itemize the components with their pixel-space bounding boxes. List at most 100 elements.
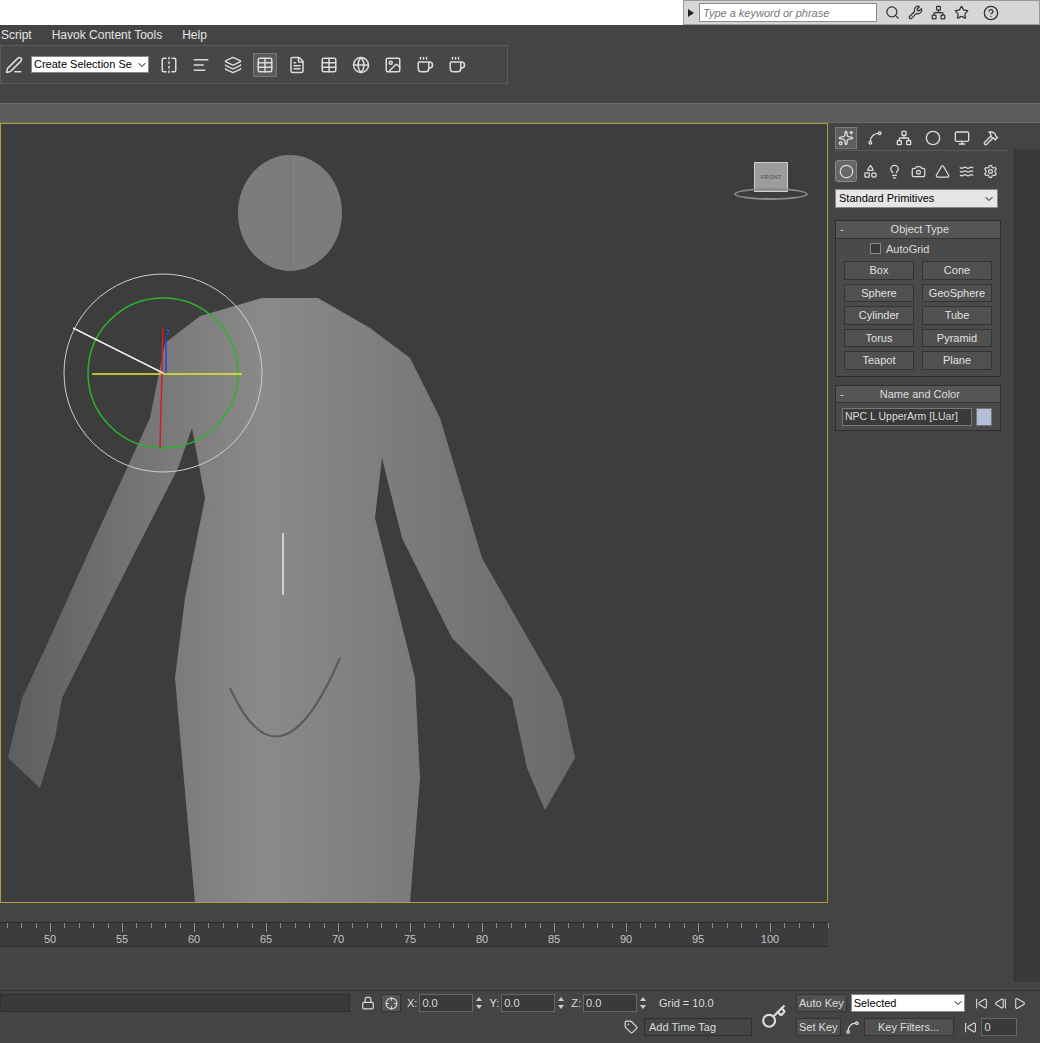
viewcube-ring[interactable] [734, 188, 808, 200]
curve-editor-icon[interactable] [288, 56, 306, 74]
primitive-button[interactable]: Box [844, 261, 914, 280]
command-tab[interactable] [835, 127, 857, 149]
auto-key-button[interactable]: Auto Key [796, 994, 847, 1013]
toolbar-button[interactable] [445, 53, 469, 77]
category-button[interactable] [979, 160, 1001, 182]
geometry-icon[interactable] [839, 164, 854, 179]
selection-set-dropdown[interactable]: Create Selection Se [31, 56, 149, 73]
coord-field[interactable]: 0.0 [501, 994, 555, 1013]
time-ruler[interactable]: 50556065707580859095100 [0, 922, 828, 947]
selection-lock-icon[interactable] [361, 996, 375, 1010]
communication-icon[interactable] [931, 5, 946, 20]
viewport[interactable]: FRONTz [0, 123, 828, 903]
toolbar-button[interactable] [157, 53, 181, 77]
coord-spinner-icon[interactable] [475, 995, 483, 1011]
command-tab[interactable] [980, 127, 1002, 149]
command-tab[interactable] [951, 127, 973, 149]
coord-field[interactable]: 0.0 [419, 994, 473, 1013]
add-time-tag-button[interactable]: Add Time Tag [644, 1018, 752, 1037]
category-button[interactable] [859, 160, 881, 182]
named-selection-icon[interactable] [5, 56, 23, 74]
key-tangent-icon[interactable] [845, 1020, 860, 1035]
character-mesh[interactable] [8, 155, 575, 902]
dropdown-arrow-icon[interactable] [952, 997, 964, 1009]
object-name-field[interactable]: NPC L UpperArm [LUar] [842, 408, 972, 426]
create-tab-icon[interactable] [838, 130, 854, 146]
dropdown-arrow-icon[interactable] [136, 59, 148, 71]
primitive-button[interactable]: Pyramid [922, 329, 992, 348]
primitive-button[interactable]: Teapot [844, 351, 914, 370]
utilities-tab-icon[interactable] [983, 130, 999, 146]
coord-spinner-icon[interactable] [639, 995, 647, 1011]
toolbar-button[interactable] [189, 53, 213, 77]
command-tab[interactable] [864, 127, 886, 149]
motion-tab-icon[interactable] [925, 130, 941, 146]
category-button[interactable] [931, 160, 953, 182]
menu-item[interactable]: Script [1, 26, 32, 44]
go-to-start-icon[interactable] [975, 997, 988, 1010]
search-input[interactable] [699, 3, 877, 22]
toolbar-button[interactable] [285, 53, 309, 77]
toolbar-button[interactable] [381, 53, 405, 77]
primitive-button[interactable]: Torus [844, 329, 914, 348]
category-button[interactable] [907, 160, 929, 182]
lights-icon[interactable] [887, 164, 902, 179]
category-button[interactable] [955, 160, 977, 182]
primitive-button[interactable]: Tube [922, 306, 992, 325]
viewport-scene[interactable] [1, 124, 827, 902]
material-editor-icon[interactable] [352, 56, 370, 74]
prompt-field[interactable] [0, 994, 350, 1012]
search-icon[interactable] [885, 5, 900, 20]
toolbar-button[interactable] [349, 53, 373, 77]
render-setup-icon[interactable] [384, 56, 402, 74]
toolbar-button[interactable] [317, 53, 341, 77]
rotate-gizmo[interactable] [64, 274, 262, 472]
layer-manager-icon[interactable] [224, 56, 242, 74]
display-tab-icon[interactable] [954, 130, 970, 146]
key-filters-button[interactable]: Key Filters... [864, 1018, 954, 1037]
cameras-icon[interactable] [911, 164, 926, 179]
schematic-view-icon[interactable] [320, 56, 338, 74]
dropdown-arrow-icon[interactable] [983, 193, 995, 205]
primitive-button[interactable]: Sphere [844, 284, 914, 303]
modify-tab-icon[interactable] [867, 130, 883, 146]
hierarchy-tab-icon[interactable] [896, 130, 912, 146]
absolute-mode-icon[interactable] [385, 997, 398, 1010]
menu-item[interactable]: Help [182, 26, 207, 44]
toolbar-button[interactable] [413, 53, 437, 77]
category-button[interactable] [835, 160, 857, 182]
primitive-button[interactable]: Plane [922, 351, 992, 370]
subscription-icon[interactable] [908, 5, 923, 20]
autogrid-checkbox[interactable] [870, 243, 881, 254]
scene-explorer-icon[interactable] [256, 56, 274, 74]
key-icon[interactable] [761, 1004, 787, 1030]
coord-field[interactable]: 0.0 [583, 994, 637, 1013]
menu-item[interactable]: Havok Content Tools [52, 26, 163, 44]
category-button[interactable] [883, 160, 905, 182]
primitive-button[interactable]: Cone [922, 261, 992, 280]
key-mode-dropdown[interactable]: Selected [851, 994, 965, 1013]
render-icon[interactable] [448, 56, 466, 74]
space-warps-icon[interactable] [959, 164, 974, 179]
viewcube-label[interactable]: FRONT [761, 173, 782, 182]
align-icon[interactable] [192, 56, 210, 74]
coord-spinner-icon[interactable] [557, 995, 565, 1011]
expand-arrow-icon[interactable] [687, 8, 695, 18]
object-color-swatch[interactable] [976, 408, 992, 426]
set-key-big-button[interactable] [752, 991, 796, 1043]
play-icon[interactable] [1013, 997, 1026, 1010]
set-key-button[interactable]: Set Key [796, 1018, 841, 1037]
helpers-icon[interactable] [935, 164, 950, 179]
command-tab[interactable] [922, 127, 944, 149]
toolbar-button[interactable] [221, 53, 245, 77]
time-config-icon[interactable] [964, 1021, 977, 1034]
render-frame-icon[interactable] [416, 56, 434, 74]
help-icon[interactable] [983, 5, 999, 21]
rollout-header[interactable]: -Object Type [836, 221, 1000, 239]
mirror-icon[interactable] [160, 56, 178, 74]
absolute-mode-button[interactable] [381, 994, 401, 1012]
rollout-header[interactable]: -Name and Color [836, 386, 1000, 404]
shapes-icon[interactable] [863, 164, 878, 179]
time-tag-icon[interactable] [624, 1020, 638, 1034]
favorites-icon[interactable] [954, 5, 969, 20]
